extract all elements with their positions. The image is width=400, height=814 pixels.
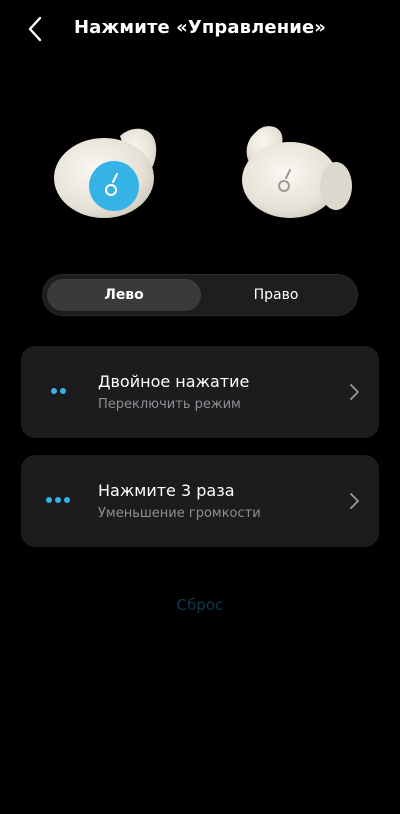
tab-right[interactable]: Право bbox=[199, 279, 353, 311]
control-double-tap[interactable]: Двойное нажатие Переключить режим bbox=[21, 346, 379, 438]
side-selector: Лево Право bbox=[42, 274, 358, 316]
left-earbud-image bbox=[54, 128, 157, 218]
chevron-right-icon bbox=[350, 493, 359, 509]
reset-button[interactable]: Сброс bbox=[0, 596, 400, 614]
tab-left[interactable]: Лево bbox=[47, 279, 201, 311]
chevron-right-icon bbox=[350, 384, 359, 400]
triple-dot-icon bbox=[46, 497, 70, 503]
earbuds-illustration bbox=[0, 110, 400, 220]
control-triple-tap[interactable]: Нажмите 3 раза Уменьшение громкости bbox=[21, 455, 379, 547]
page-title: Нажмите «Управление» bbox=[74, 17, 326, 38]
control-subtitle: Уменьшение громкости bbox=[98, 506, 261, 521]
double-dot-icon bbox=[51, 388, 66, 394]
right-earbud-image bbox=[242, 126, 352, 218]
control-title: Нажмите 3 раза bbox=[98, 481, 235, 500]
control-subtitle: Переключить режим bbox=[98, 397, 241, 412]
header: Нажмите «Управление» bbox=[0, 0, 400, 58]
control-title: Двойное нажатие bbox=[98, 372, 250, 391]
